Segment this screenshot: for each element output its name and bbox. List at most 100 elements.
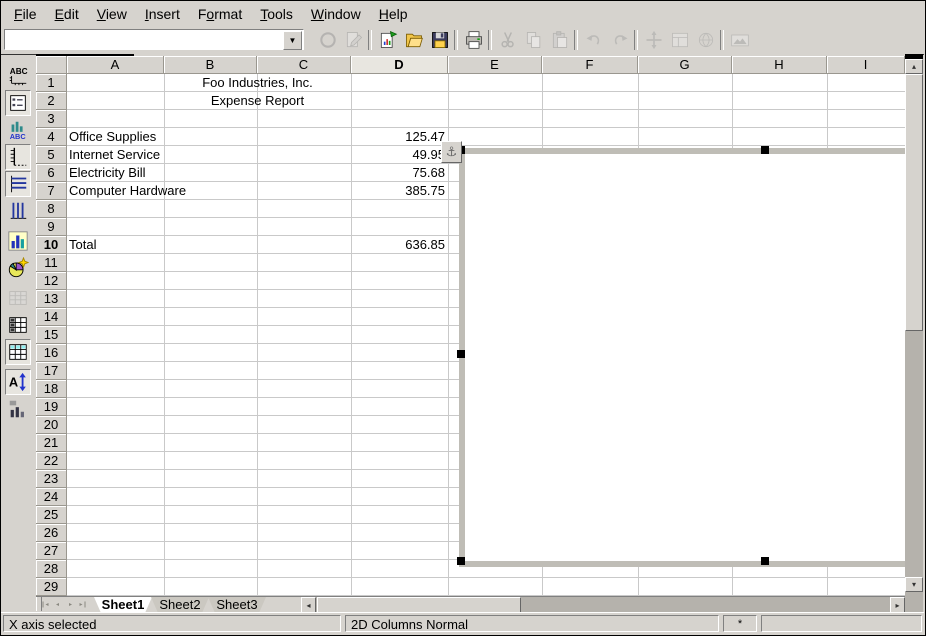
row-header-27[interactable]: 27 — [36, 542, 67, 560]
vscroll-down-arrow[interactable]: ▾ — [905, 577, 923, 592]
horizontal-grid-on-off-icon[interactable] — [5, 171, 31, 197]
menu-insert[interactable]: Insert — [136, 3, 189, 25]
column-header-E[interactable]: E — [448, 56, 542, 74]
vscroll-up-arrow[interactable]: ▴ — [905, 59, 923, 74]
reorganize-chart-icon[interactable] — [5, 396, 31, 422]
open-icon[interactable] — [402, 28, 426, 52]
row-header-28[interactable]: 28 — [36, 560, 67, 578]
row-header-14[interactable]: 14 — [36, 308, 67, 326]
row-header-4[interactable]: 4 — [36, 128, 67, 146]
menu-view[interactable]: View — [88, 3, 136, 25]
cell-title-2[interactable]: Expense Report — [164, 92, 351, 110]
column-header-C[interactable]: C — [257, 56, 351, 74]
handle-bottom-middle[interactable] — [761, 557, 769, 565]
handle-bottom-left[interactable] — [457, 557, 465, 565]
stylist-icon — [668, 28, 692, 52]
anchor-icon[interactable]: ⚓ — [441, 141, 462, 163]
horizontal-scrollbar[interactable]: ◂▸ — [301, 597, 905, 613]
cell-label-row7[interactable]: Computer Hardware — [69, 182, 289, 200]
menu-help[interactable]: Help — [370, 3, 417, 25]
cell-value-row7[interactable]: 385.75 — [351, 182, 445, 200]
combo-dropdown-icon[interactable]: ▼ — [283, 31, 302, 50]
axes-title-on-off-icon[interactable]: ABC — [5, 117, 31, 143]
sheet-tab-sheet1[interactable]: Sheet1 — [94, 597, 152, 613]
cell-label-row6[interactable]: Electricity Bill — [69, 164, 289, 182]
sheet-tab-sheet2[interactable]: Sheet2 — [151, 597, 209, 613]
new-document-icon[interactable] — [376, 28, 400, 52]
row-header-17[interactable]: 17 — [36, 362, 67, 380]
row-header-10[interactable]: 10 — [36, 236, 67, 254]
row-header-22[interactable]: 22 — [36, 452, 67, 470]
menu-file[interactable]: File — [5, 3, 46, 25]
cell-label-row10[interactable]: Total — [69, 236, 289, 254]
row-header-23[interactable]: 23 — [36, 470, 67, 488]
cell-value-row6[interactable]: 75.68 — [351, 164, 445, 182]
row-header-9[interactable]: 9 — [36, 218, 67, 236]
row-header-1[interactable]: 1 — [36, 74, 67, 92]
autoformat-chart-icon[interactable] — [5, 255, 31, 281]
row-header-5[interactable]: 5 — [36, 146, 67, 164]
row-header-6[interactable]: 6 — [36, 164, 67, 182]
toolbar-separator — [720, 30, 724, 50]
cell-value-row4[interactable]: 125.47 — [351, 128, 445, 146]
column-header-I[interactable]: I — [827, 56, 905, 74]
row-header-7[interactable]: 7 — [36, 182, 67, 200]
chart-object-frame[interactable] — [459, 148, 905, 567]
save-icon[interactable] — [428, 28, 452, 52]
hscroll-thumb[interactable] — [317, 597, 521, 613]
menu-format[interactable]: Format — [189, 3, 251, 25]
legend-on-off-icon[interactable] — [5, 90, 31, 116]
vertical-grid-on-off-icon[interactable] — [5, 198, 31, 224]
menu-window[interactable]: Window — [302, 3, 370, 25]
cell-label-row4[interactable]: Office Supplies — [69, 128, 289, 146]
tab-nav-next[interactable]: ▸ — [64, 598, 77, 612]
row-header-21[interactable]: 21 — [36, 434, 67, 452]
column-header-A[interactable]: A — [67, 56, 164, 74]
column-header-D[interactable]: D — [351, 56, 448, 74]
menu-edit[interactable]: Edit — [46, 3, 88, 25]
row-header-26[interactable]: 26 — [36, 524, 67, 542]
vertical-scrollbar[interactable]: ▴▾ — [905, 54, 923, 612]
cell-title-1[interactable]: Foo Industries, Inc. — [164, 74, 351, 92]
row-header-24[interactable]: 24 — [36, 488, 67, 506]
hscroll-right-arrow[interactable]: ▸ — [890, 597, 905, 613]
sheet-tab-sheet3[interactable]: Sheet3 — [208, 597, 266, 613]
column-header-G[interactable]: G — [638, 56, 732, 74]
row-header-16[interactable]: 16 — [36, 344, 67, 362]
tab-nav-last[interactable]: ▸❙ — [77, 598, 90, 612]
scale-text-icon[interactable]: A — [5, 369, 31, 395]
tab-nav-first[interactable]: ❙◂ — [38, 598, 51, 612]
row-header-15[interactable]: 15 — [36, 326, 67, 344]
tab-nav-prev[interactable]: ◂ — [51, 598, 64, 612]
print-icon[interactable] — [462, 28, 486, 52]
load-url-combobox[interactable]: ▼ — [4, 29, 304, 50]
row-header-13[interactable]: 13 — [36, 290, 67, 308]
row-header-29[interactable]: 29 — [36, 578, 67, 596]
row-header-20[interactable]: 20 — [36, 416, 67, 434]
row-header-25[interactable]: 25 — [36, 506, 67, 524]
cell-label-row5[interactable]: Internet Service — [69, 146, 289, 164]
column-header-H[interactable]: H — [732, 56, 827, 74]
hscroll-left-arrow[interactable]: ◂ — [301, 597, 316, 613]
handle-top-middle[interactable] — [761, 146, 769, 154]
row-header-11[interactable]: 11 — [36, 254, 67, 272]
title-on-off-icon[interactable]: ABC — [5, 63, 31, 89]
row-header-19[interactable]: 19 — [36, 398, 67, 416]
axes-on-off-icon[interactable] — [5, 144, 31, 170]
row-header-18[interactable]: 18 — [36, 380, 67, 398]
handle-left-middle[interactable] — [457, 350, 465, 358]
row-header-8[interactable]: 8 — [36, 200, 67, 218]
cell-value-row5[interactable]: 49.95 — [351, 146, 445, 164]
data-in-columns-icon[interactable] — [5, 339, 31, 365]
grid-corner-box[interactable] — [36, 56, 67, 74]
row-header-3[interactable]: 3 — [36, 110, 67, 128]
row-header-12[interactable]: 12 — [36, 272, 67, 290]
vscroll-thumb[interactable] — [905, 74, 923, 331]
data-in-rows-icon[interactable] — [5, 312, 31, 338]
column-header-F[interactable]: F — [542, 56, 638, 74]
menu-tools[interactable]: Tools — [251, 3, 302, 25]
column-header-B[interactable]: B — [164, 56, 257, 74]
row-header-2[interactable]: 2 — [36, 92, 67, 110]
cell-value-row10[interactable]: 636.85 — [351, 236, 445, 254]
edit-chart-type-icon[interactable] — [5, 228, 31, 254]
